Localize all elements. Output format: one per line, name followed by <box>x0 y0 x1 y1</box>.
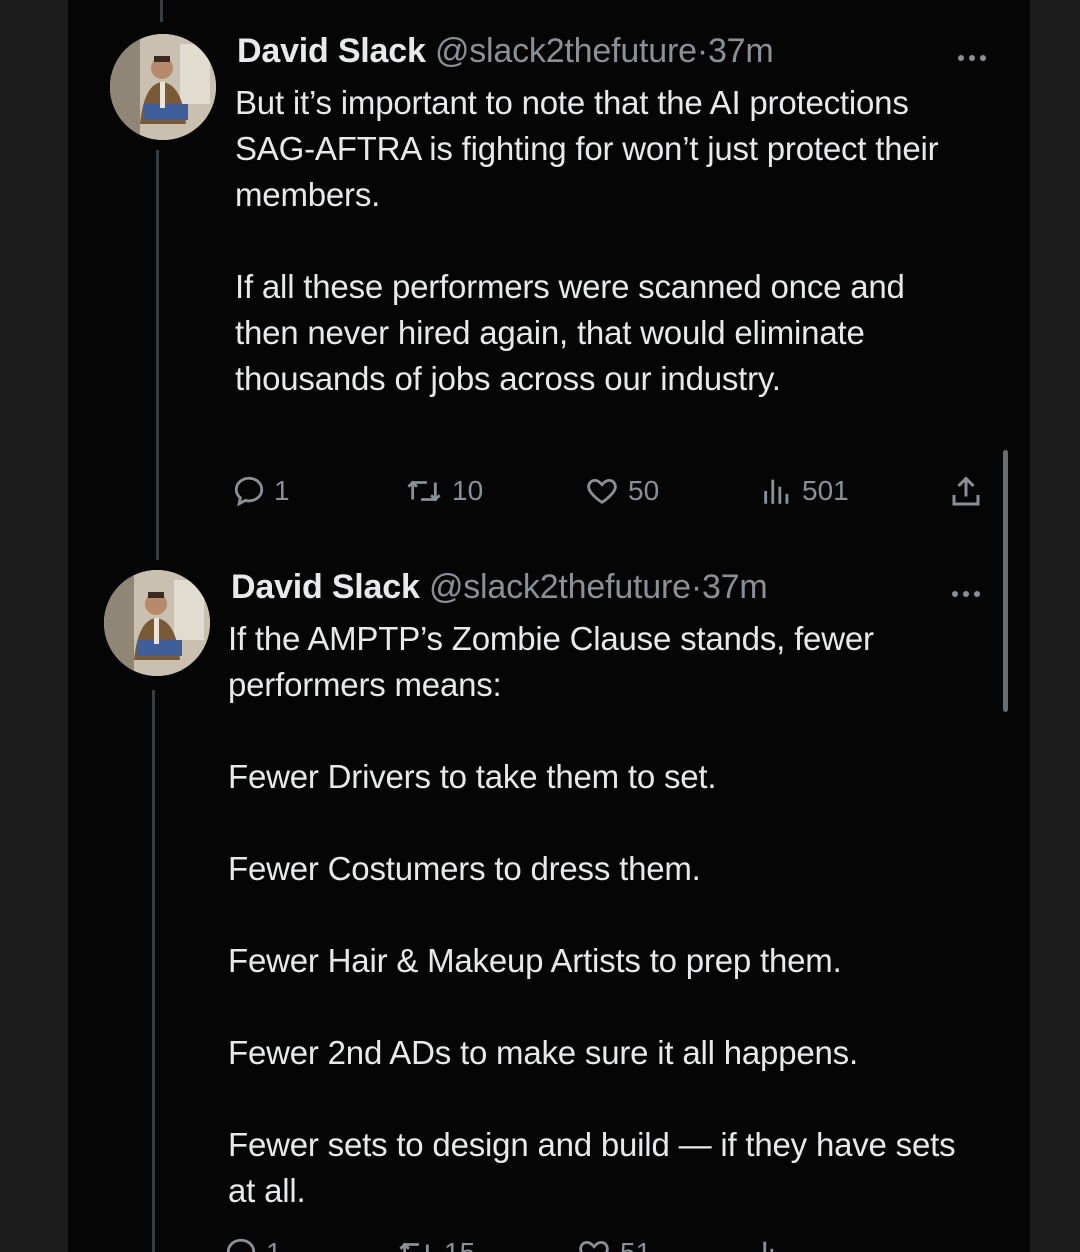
views-button[interactable]: 501 <box>760 474 849 508</box>
author-name[interactable]: David Slack <box>237 32 426 70</box>
author-handle[interactable]: @slack2thefuture <box>429 568 691 606</box>
tweet-paragraph: But it’s important to note that the AI p… <box>235 84 939 213</box>
reply-button[interactable]: 1 <box>224 1236 282 1252</box>
like-count: 51 <box>620 1237 651 1252</box>
scrollbar[interactable] <box>1003 450 1008 712</box>
repost-icon <box>407 480 441 502</box>
tweet-text: If the AMPTP’s Zombie Clause stands, few… <box>228 616 958 1214</box>
repost-count: 10 <box>452 475 484 506</box>
like-count: 50 <box>628 475 660 506</box>
repost-button[interactable]: 10 <box>404 474 483 508</box>
repost-count: 15 <box>444 1237 475 1252</box>
tweet-text: But it’s important to note that the AI p… <box>235 80 965 402</box>
views-icon <box>764 479 789 504</box>
tweet-header: David Slack @slack2thefuture·37m <box>237 32 774 71</box>
reply-button[interactable]: 1 <box>232 474 290 508</box>
tweet-paragraph: If the AMPTP’s Zombie Clause stands, few… <box>228 620 874 703</box>
timestamp[interactable]: 37m <box>708 32 774 70</box>
thread-line-top <box>160 0 163 22</box>
timestamp[interactable]: 37m <box>702 568 768 606</box>
thread-line-1 <box>156 150 159 560</box>
avatar[interactable] <box>104 570 210 676</box>
more-icon[interactable] <box>952 48 992 68</box>
tweet-header: David Slack @slack2thefuture·37m <box>231 568 768 607</box>
views-button[interactable] <box>752 1236 794 1252</box>
share-icon <box>952 476 980 506</box>
like-icon <box>579 1240 609 1252</box>
more-icon[interactable] <box>946 584 986 604</box>
tweet-paragraph: Fewer Drivers to take them to set. <box>228 758 717 795</box>
reply-count: 1 <box>274 475 290 506</box>
views-icon <box>763 1241 774 1252</box>
repost-icon <box>399 1242 429 1252</box>
repost-button[interactable]: 15 <box>396 1236 475 1252</box>
author-name[interactable]: David Slack <box>231 568 420 606</box>
tweet-paragraph: Fewer Hair & Makeup Artists to prep them… <box>228 942 842 979</box>
thread-view: David Slack @slack2thefuture·37m But it’… <box>68 0 1030 1252</box>
views-count: 501 <box>802 475 849 506</box>
author-handle[interactable]: @slack2thefuture <box>435 32 697 70</box>
share-button[interactable] <box>948 474 984 510</box>
like-button[interactable]: 51 <box>576 1236 651 1252</box>
tweet-paragraph: If all these performers were scanned onc… <box>235 268 905 397</box>
separator: · <box>696 32 708 70</box>
separator: · <box>690 568 702 606</box>
tweet-paragraph: Fewer sets to design and build — if they… <box>228 1126 956 1209</box>
tweet-paragraph: Fewer 2nd ADs to make sure it all happen… <box>228 1034 858 1071</box>
reply-count: 1 <box>266 1237 282 1252</box>
tweet-actions: 1 10 50 501 <box>232 474 992 514</box>
reply-icon <box>234 476 264 507</box>
reply-icon <box>226 1238 256 1252</box>
like-icon <box>587 478 617 505</box>
avatar[interactable] <box>110 34 216 140</box>
tweet-paragraph: Fewer Costumers to dress them. <box>228 850 701 887</box>
thread-line-2 <box>152 690 155 1252</box>
like-button[interactable]: 50 <box>584 474 659 508</box>
tweet-actions: 1 15 51 <box>224 1236 984 1252</box>
